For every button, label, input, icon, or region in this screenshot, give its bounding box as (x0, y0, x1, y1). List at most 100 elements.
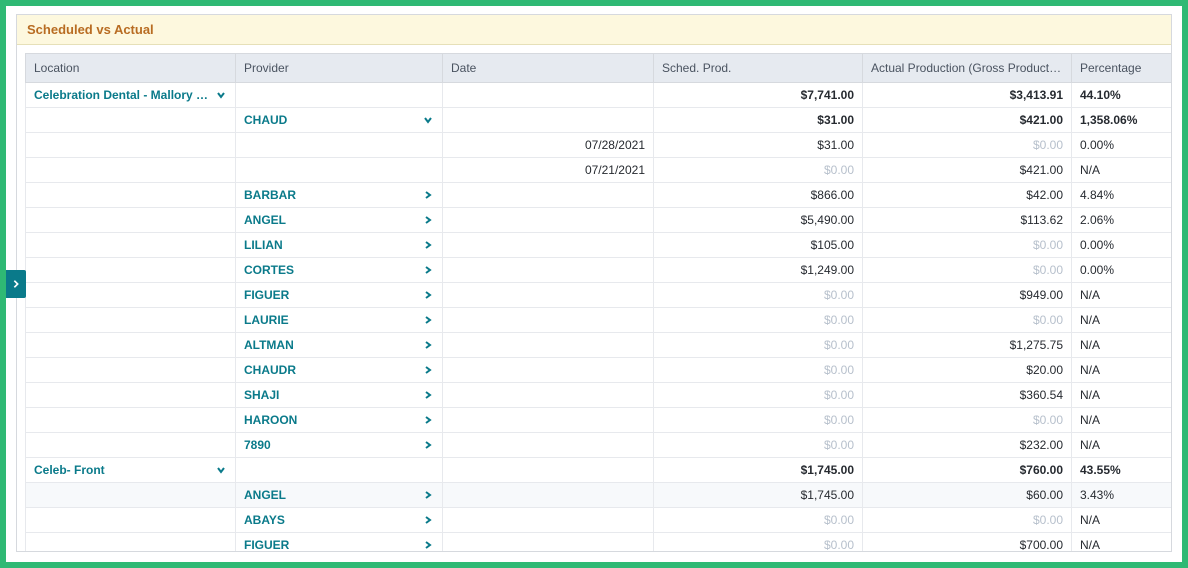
provider-link[interactable]: CHAUD (244, 113, 287, 127)
chevron-right-icon[interactable] (422, 189, 434, 201)
provider-cell[interactable]: BARBAR (236, 183, 443, 208)
col-provider[interactable]: Provider (236, 54, 443, 83)
percentage-cell: 2.06% (1072, 208, 1172, 233)
chevron-right-icon[interactable] (422, 239, 434, 251)
provider-link[interactable]: BARBAR (244, 188, 296, 202)
date-cell (443, 458, 654, 483)
chevron-down-icon[interactable] (215, 464, 227, 476)
provider-link[interactable]: SHAJI (244, 388, 279, 402)
location-cell (26, 408, 236, 433)
provider-cell[interactable]: LILIAN (236, 233, 443, 258)
provider-link[interactable]: ALTMAN (244, 338, 294, 352)
chevron-down-icon[interactable] (422, 114, 434, 126)
provider-cell[interactable]: FIGUER (236, 283, 443, 308)
actual-prod-cell: $0.00 (863, 233, 1072, 258)
location-cell (26, 108, 236, 133)
chevron-right-icon[interactable] (422, 389, 434, 401)
provider-cell[interactable]: 7890 (236, 433, 443, 458)
provider-cell[interactable]: ABAYS (236, 508, 443, 533)
provider-cell[interactable]: CORTES (236, 258, 443, 283)
location-link[interactable]: Celeb- Front (34, 463, 105, 477)
provider-cell[interactable]: HAROON (236, 408, 443, 433)
sched-prod-cell: $0.00 (654, 333, 863, 358)
actual-prod-cell: $0.00 (863, 308, 1072, 333)
table-row: Celebration Dental - Mallory Circle $7,74… (26, 83, 1172, 108)
location-cell (26, 533, 236, 552)
provider-cell[interactable]: CHAUDR (236, 358, 443, 383)
provider-cell[interactable]: ANGEL (236, 483, 443, 508)
chevron-right-icon[interactable] (422, 514, 434, 526)
provider-cell[interactable]: CHAUD (236, 108, 443, 133)
table-header-row: Location Provider Date Sched. Prod. Actu… (26, 54, 1172, 83)
location-link[interactable]: Celebration Dental - Mallory Circle (34, 88, 229, 102)
table-row: LILIAN$105.00$0.000.00% (26, 233, 1172, 258)
location-cell[interactable]: Celebration Dental - Mallory Circle (26, 83, 236, 108)
actual-prod-cell: $20.00 (863, 358, 1072, 383)
location-cell (26, 383, 236, 408)
location-cell (26, 308, 236, 333)
percentage-cell: 44.10% (1072, 83, 1172, 108)
chevron-right-icon[interactable] (422, 314, 434, 326)
percentage-cell: 43.55% (1072, 458, 1172, 483)
sidebar-expand-handle[interactable] (6, 270, 26, 298)
chevron-right-icon[interactable] (422, 264, 434, 276)
chevron-right-icon[interactable] (422, 489, 434, 501)
provider-link[interactable]: FIGUER (244, 538, 289, 551)
location-cell (26, 133, 236, 158)
chevron-right-icon[interactable] (422, 414, 434, 426)
percentage-cell: 0.00% (1072, 233, 1172, 258)
percentage-cell: N/A (1072, 308, 1172, 333)
percentage-cell: N/A (1072, 433, 1172, 458)
date-cell: 07/21/2021 (443, 158, 654, 183)
location-cell (26, 258, 236, 283)
provider-link[interactable]: FIGUER (244, 288, 289, 302)
location-cell (26, 333, 236, 358)
provider-link[interactable]: LAURIE (244, 313, 289, 327)
provider-cell[interactable]: SHAJI (236, 383, 443, 408)
date-cell (443, 433, 654, 458)
actual-prod-cell: $421.00 (863, 158, 1072, 183)
provider-link[interactable]: HAROON (244, 413, 297, 427)
percentage-cell: N/A (1072, 508, 1172, 533)
provider-cell (236, 83, 443, 108)
provider-cell[interactable]: LAURIE (236, 308, 443, 333)
col-sched-prod[interactable]: Sched. Prod. (654, 54, 863, 83)
actual-prod-cell: $60.00 (863, 483, 1072, 508)
chevron-right-icon[interactable] (422, 214, 434, 226)
chevron-right-icon[interactable] (422, 289, 434, 301)
provider-link[interactable]: CORTES (244, 263, 294, 277)
provider-link[interactable]: 7890 (244, 438, 271, 452)
provider-link[interactable]: ANGEL (244, 213, 286, 227)
provider-link[interactable]: ANGEL (244, 488, 286, 502)
date-cell (443, 108, 654, 133)
provider-cell (236, 458, 443, 483)
provider-cell (236, 158, 443, 183)
chevron-down-icon[interactable] (215, 89, 227, 101)
table-row: FIGUER$0.00$700.00N/A (26, 533, 1172, 552)
chevron-right-icon[interactable] (422, 339, 434, 351)
provider-cell[interactable]: ANGEL (236, 208, 443, 233)
sched-prod-cell: $0.00 (654, 308, 863, 333)
col-location[interactable]: Location (26, 54, 236, 83)
col-date[interactable]: Date (443, 54, 654, 83)
provider-link[interactable]: CHAUDR (244, 363, 296, 377)
col-actual-prod[interactable]: Actual Production (Gross Production (DO… (863, 54, 1072, 83)
chevron-right-icon[interactable] (422, 539, 434, 551)
date-cell (443, 483, 654, 508)
sched-prod-cell: $7,741.00 (654, 83, 863, 108)
provider-cell[interactable]: ALTMAN (236, 333, 443, 358)
date-cell: 07/28/2021 (443, 133, 654, 158)
table-row: 07/28/2021$31.00$0.000.00% (26, 133, 1172, 158)
col-percentage[interactable]: Percentage (1072, 54, 1172, 83)
percentage-cell: 1,358.06% (1072, 108, 1172, 133)
chevron-right-icon[interactable] (422, 364, 434, 376)
chevron-right-icon[interactable] (422, 439, 434, 451)
location-cell (26, 508, 236, 533)
provider-link[interactable]: LILIAN (244, 238, 283, 252)
table-scroll-container[interactable]: Location Provider Date Sched. Prod. Actu… (17, 45, 1171, 551)
sched-prod-cell: $0.00 (654, 508, 863, 533)
provider-link[interactable]: ABAYS (244, 513, 285, 527)
percentage-cell: N/A (1072, 333, 1172, 358)
location-cell[interactable]: Celeb- Front (26, 458, 236, 483)
provider-cell[interactable]: FIGUER (236, 533, 443, 552)
